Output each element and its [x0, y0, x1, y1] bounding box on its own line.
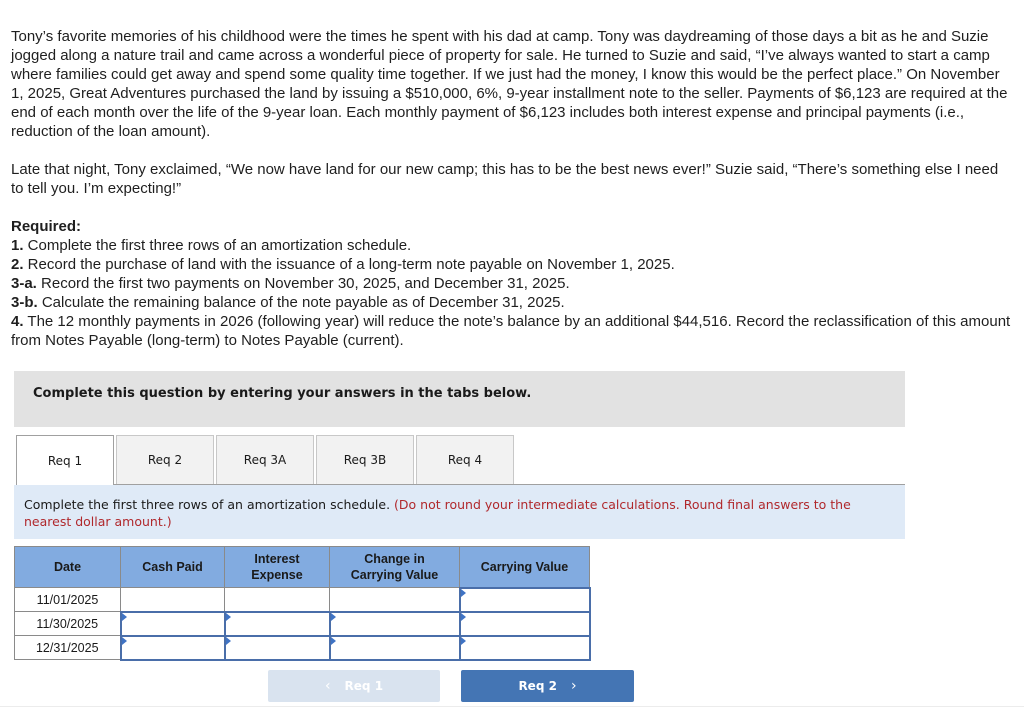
tab-req-3b[interactable]: Req 3B — [316, 435, 414, 485]
cash-paid-input[interactable] — [121, 612, 224, 635]
interest-expense-input-cell[interactable] — [223, 634, 331, 661]
change-input-cell[interactable] — [328, 634, 461, 661]
requirement-tabs: Req 1 Req 2 Req 3A Req 3B Req 4 — [16, 435, 516, 486]
problem-paragraph-1: Tony’s favorite memories of his childhoo… — [11, 28, 1008, 140]
requirement-number: 1. — [11, 237, 24, 254]
previous-req-label: Req 1 — [344, 679, 384, 693]
instructions-bar: Complete this question by entering your … — [14, 371, 905, 427]
change-cell-empty — [329, 587, 460, 612]
carrying-value-input-cell[interactable] — [458, 634, 591, 661]
interest-expense-input-cell[interactable] — [223, 610, 331, 637]
carrying-value-input-cell[interactable] — [458, 610, 591, 637]
tab-req-4[interactable]: Req 4 — [416, 435, 514, 485]
date-cell: 11/01/2025 — [14, 587, 121, 612]
requirement-2: 2. Record the purchase of land with the … — [11, 255, 1011, 274]
problem-paragraph-2: Late that night, Tony exclaimed, “We now… — [11, 161, 999, 197]
requirement-number: 2. — [11, 256, 24, 273]
chevron-right-icon: › — [570, 678, 577, 694]
requirement-3a: 3-a. Record the first two payments on No… — [11, 274, 1011, 293]
change-in-carrying-value-input[interactable] — [330, 612, 459, 635]
requirement-text: Record the purchase of land with the iss… — [23, 256, 675, 273]
carrying-value-input[interactable] — [460, 588, 589, 611]
input-flag-icon — [121, 636, 127, 645]
requirement-text: Record the first two payments on Novembe… — [36, 275, 570, 292]
interest-expense-input[interactable] — [225, 636, 329, 659]
header-date: Date — [14, 546, 121, 588]
requirement-text: Complete the first three rows of an amor… — [23, 237, 412, 254]
input-flag-icon — [460, 612, 466, 621]
cash-paid-input-cell[interactable] — [119, 634, 226, 661]
requirements-section: Required: 1. Complete the first three ro… — [11, 217, 1011, 350]
table-row: 11/30/2025 — [14, 610, 591, 637]
requirement-4: 4. The 12 monthly payments in 2026 (foll… — [11, 312, 1011, 350]
change-in-carrying-value-input[interactable] — [330, 636, 459, 659]
tab-req-1[interactable]: Req 1 — [16, 435, 114, 486]
cash-paid-input[interactable] — [121, 636, 224, 659]
carrying-value-input[interactable] — [460, 636, 589, 659]
requirement-text: The 12 monthly payments in 2026 (followi… — [11, 313, 1011, 349]
instructions-text: Complete this question by entering your … — [33, 386, 532, 401]
header-text: Change in Carrying Value — [350, 552, 439, 582]
table-row: 11/01/2025 — [14, 586, 591, 613]
prompt-text: Complete the first three rows of an amor… — [24, 497, 395, 512]
input-flag-icon — [225, 636, 231, 645]
next-req-button[interactable]: Req 2 › — [461, 670, 634, 702]
next-req-label: Req 2 — [518, 679, 557, 693]
tab-prompt: Complete the first three rows of an amor… — [14, 485, 905, 539]
problem-statement: Tony’s favorite memories of his childhoo… — [11, 27, 1011, 350]
header-cash-paid: Cash Paid — [120, 546, 225, 588]
chevron-left-icon: ‹ — [324, 678, 331, 694]
interest-expense-cell-empty — [224, 587, 330, 612]
input-flag-icon — [330, 636, 336, 645]
cash-paid-input-cell[interactable] — [119, 610, 226, 637]
change-input-cell[interactable] — [328, 610, 461, 637]
amortization-table: Date Cash Paid Interest Expense Change i… — [14, 546, 591, 661]
interest-expense-input[interactable] — [225, 612, 329, 635]
requirement-1: 1. Complete the first three rows of an a… — [11, 236, 1011, 255]
requirement-number: 3-a. — [11, 275, 37, 292]
header-interest-expense: Interest Expense — [224, 546, 330, 588]
requirement-3b: 3-b. Calculate the remaining balance of … — [11, 293, 1011, 312]
requirement-text: Calculate the remaining balance of the n… — [37, 294, 565, 311]
tab-req-3a[interactable]: Req 3A — [216, 435, 314, 485]
carrying-value-input-cell[interactable] — [458, 586, 591, 613]
requirement-number: 3-b. — [11, 294, 38, 311]
input-flag-icon — [460, 588, 466, 597]
input-flag-icon — [330, 612, 336, 621]
previous-req-button: ‹ Req 1 — [268, 670, 440, 702]
requirement-number: 4. — [11, 313, 24, 330]
input-flag-icon — [121, 612, 127, 621]
header-change-in-carrying-value: Change in Carrying Value — [329, 546, 460, 588]
carrying-value-input[interactable] — [460, 612, 589, 635]
header-carrying-value: Carrying Value — [459, 546, 590, 588]
input-flag-icon — [225, 612, 231, 621]
table-header-row: Date Cash Paid Interest Expense Change i… — [14, 546, 590, 588]
input-flag-icon — [460, 636, 466, 645]
date-cell: 11/30/2025 — [14, 611, 121, 636]
date-cell: 12/31/2025 — [14, 635, 121, 660]
required-title: Required: — [11, 218, 82, 235]
table-row: 12/31/2025 — [14, 634, 591, 661]
bottom-divider — [0, 706, 1024, 707]
tab-req-2[interactable]: Req 2 — [116, 435, 214, 485]
cash-paid-cell-empty — [120, 587, 225, 612]
header-text: Interest Expense — [251, 552, 303, 582]
